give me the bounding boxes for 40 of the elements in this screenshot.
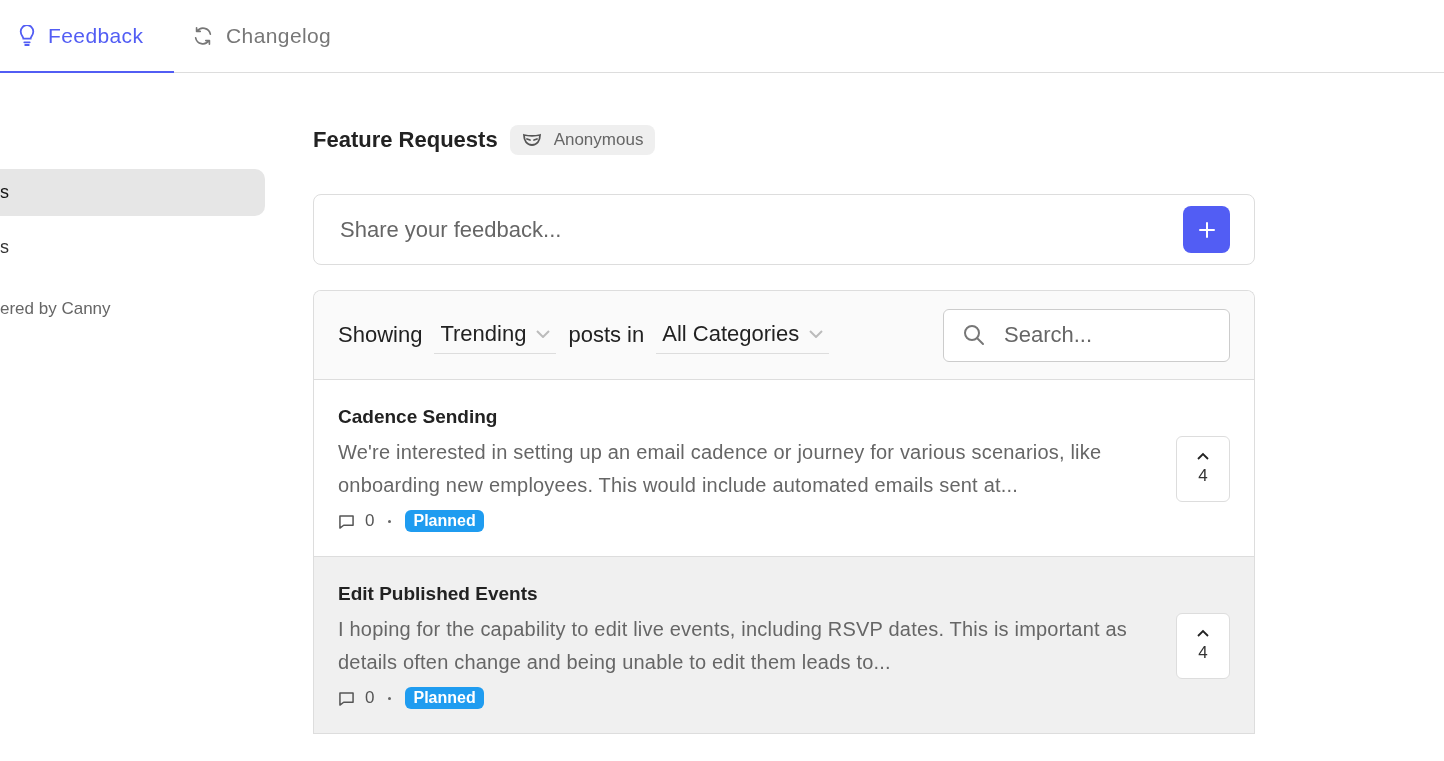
post-title: Edit Published Events — [338, 583, 539, 605]
separator-dot — [388, 696, 392, 700]
powered-by-link[interactable]: ered by Canny — [0, 299, 265, 319]
nav-tab[interactable]: Feedback — [0, 0, 174, 73]
upvote-button[interactable]: 4 — [1176, 436, 1230, 502]
post-row[interactable]: Edit Published Events I hoping for the capability to edit live events, including RSVP dates. This is important as details often change and being unable to edit them leads to... 0 Planned 4 — [314, 557, 1254, 734]
search-input[interactable]: Search... — [1002, 321, 1206, 349]
feedback-field[interactable]: Share your feedback... — [313, 194, 1255, 265]
search-icon — [962, 323, 986, 347]
comment-count: 0 — [365, 511, 375, 531]
separator-dot — [388, 519, 392, 523]
post-excerpt: We're interested in setting up an email cadence or journey for various scenarios, like onboarding new employees. This would include automated emails sent at... — [338, 440, 1103, 498]
chevron-down-icon — [809, 329, 824, 338]
badge-label: Anonymous — [553, 130, 644, 150]
comment-count: 0 — [365, 688, 375, 708]
sidebar-item[interactable]: s — [0, 169, 265, 216]
add-button[interactable] — [1183, 206, 1230, 253]
search-field[interactable]: Search... — [943, 308, 1230, 362]
comment-icon — [338, 513, 355, 529]
filter-label: posts in — [568, 322, 645, 348]
chevron-up-icon — [1197, 629, 1209, 637]
nav-tab[interactable]: Changelog — [174, 0, 350, 73]
post-excerpt: I hoping for the capability to edit live events, including RSVP dates. This is important as details often change and being unable to edit them leads to... — [338, 617, 1128, 675]
chevron-up-icon — [1197, 452, 1209, 460]
mask-icon — [521, 133, 542, 147]
plus-icon — [1198, 221, 1215, 238]
sort-dropdown[interactable]: Trending — [434, 316, 557, 354]
filter-label: Showing — [338, 322, 423, 348]
feedback-input[interactable]: Share your feedback... — [338, 215, 1183, 244]
board-title: Feature Requests — [313, 127, 498, 153]
comment-icon — [338, 690, 355, 706]
post-title: Cadence Sending — [338, 406, 499, 428]
status-badge: Planned — [405, 687, 484, 709]
category-dropdown[interactable]: All Categories — [656, 316, 830, 354]
chevron-down-icon — [536, 329, 551, 338]
lightbulb-icon — [18, 24, 36, 47]
refresh-icon — [192, 24, 214, 47]
upvote-button[interactable]: 4 — [1176, 613, 1230, 679]
sidebar-item[interactable]: s — [0, 224, 265, 271]
status-badge: Planned — [405, 510, 484, 532]
